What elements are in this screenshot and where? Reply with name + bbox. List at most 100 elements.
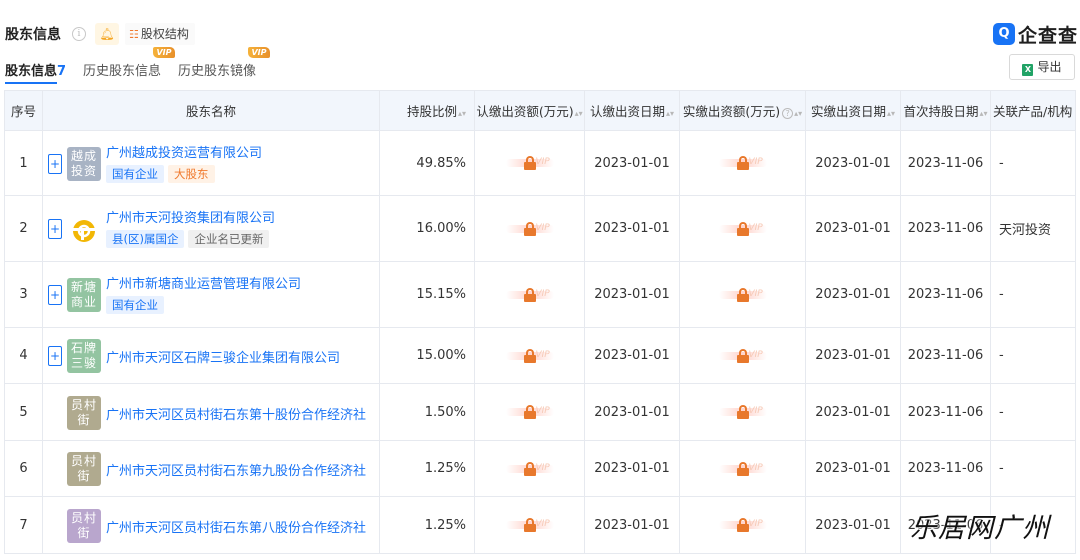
lock-icon[interactable] [523,156,536,170]
company-name-link[interactable]: 广州市天河区石牌三骏企业集团有限公司 [106,347,340,366]
col-subscribed-date[interactable]: 认缴出资日期▴▾ [584,90,680,131]
bell-icon[interactable]: 🔔︎ [95,23,119,45]
paid-amount-locked[interactable]: VIP [679,261,806,328]
paid-date-cell: 2023-01-01 [805,496,901,554]
company-tag: 企业名已更新 [188,230,270,248]
sort-icon[interactable]: ▴▾ [887,109,895,118]
paid-date-cell: 2023-01-01 [805,327,901,384]
table-body: 1 + 越成 投资 广州越成投资运营有限公司 国有企业 大股东 49.85% VIP 2023-0… [4,130,1076,554]
row-index: 2 [4,195,43,262]
tab-shareholders[interactable]: 股东信息7 [5,60,67,84]
company-name-link[interactable]: 广州市新塘商业运营管理有限公司 [106,273,301,292]
ratio-cell: 1.25% [379,496,475,554]
logo-text: 企查查 [1018,24,1079,47]
expand-button[interactable]: + [48,346,62,366]
subscribed-date-cell: 2023-01-01 [584,261,680,328]
vip-label: VIP [535,222,550,233]
col-first-hold-date[interactable]: 首次持股日期▴▾ [900,90,991,131]
table-row: 3 + 新塘 商业 广州市新塘商业运营管理有限公司 国有企业 15.15% VIP 2023-0… [4,261,1076,328]
equity-tree-icon: ☷ [129,28,139,41]
subscribed-amount-locked[interactable]: VIP [474,195,585,262]
company-name-link[interactable]: 广州市天河区员村街石东第八股份合作经济社 [106,517,366,536]
export-label: 导出 [1037,60,1062,74]
sort-icon[interactable]: ▴▾ [666,109,674,118]
col-ratio[interactable]: 持股比例▴▾ [379,90,475,131]
subscribed-amount-locked[interactable]: VIP [474,261,585,328]
sort-icon[interactable]: ▴▾ [458,109,466,118]
company-name-link[interactable]: 广州越成投资运营有限公司 [106,142,262,161]
lock-icon[interactable] [736,221,749,236]
col-related: 关联产品/机构 [990,90,1076,131]
avatar-text: 三骏 [70,356,97,370]
help-icon[interactable]: ? [782,108,794,119]
col-paid-date[interactable]: 实缴出资日期▴▾ [805,90,901,131]
lock-icon[interactable] [736,287,749,302]
company-name-link[interactable]: 广州市天河区员村街石东第九股份合作经济社 [106,460,366,479]
first-hold-date-cell: 2023-11-06 [900,327,991,384]
paid-amount-locked[interactable]: VIP [679,440,806,497]
company-logo [67,212,101,246]
table-row: 5 员村街广州市天河区员村街石东第十股份合作经济社 1.50% VIP 2023-01-… [4,383,1076,441]
equity-structure-label: 股权结构 [140,27,189,41]
tab-count: 7 [57,64,67,79]
ratio-cell: 15.00% [379,327,475,384]
paid-amount-locked[interactable]: VIP [679,383,806,441]
subscribed-amount-locked[interactable]: VIP [474,496,585,554]
sort-icon[interactable]: ▴▾ [794,109,802,118]
table-row: 6 员村街广州市天河区员村街石东第九股份合作经济社 1.25% VIP 2023-01-… [4,440,1076,497]
export-button[interactable]: X 导出 [1009,54,1075,80]
tab-history-mirror[interactable]: 历史股东镜像 VIP [178,47,270,79]
related-cell[interactable]: 天河投资 [990,195,1076,262]
company-avatar: 新塘 商业 [67,278,101,312]
lock-icon[interactable] [736,156,749,170]
lock-icon[interactable] [523,405,536,419]
subscribed-date-cell: 2023-01-01 [584,383,680,441]
subscribed-amount-locked[interactable]: VIP [474,327,585,384]
col-subscribed-amount[interactable]: 认缴出资额(万元)▴▾ [474,90,585,131]
avatar-text: 街 [77,469,91,483]
col-paid-amount[interactable]: 实缴出资额(万元)? ▴▾ [679,90,806,131]
lock-icon[interactable] [736,405,749,419]
info-icon[interactable]: i [72,27,86,41]
company-tags: 国有企业 [106,296,168,314]
vip-label: VIP [535,406,550,416]
sort-icon[interactable]: ▴▾ [979,109,987,118]
ratio-cell: 1.50% [379,383,475,441]
paid-amount-locked[interactable]: VIP [679,496,806,554]
first-hold-date-cell: 2023-11-06 [900,440,991,497]
paid-amount-locked[interactable]: VIP [679,195,806,262]
avatar-text: 石牌 [70,341,97,355]
excel-icon: X [1022,64,1034,76]
watermark-text: 乐居网广州 [910,513,1050,544]
expand-button[interactable]: + [48,285,62,305]
lock-icon[interactable] [736,518,749,532]
lock-icon[interactable] [523,348,536,363]
lock-icon[interactable] [523,461,536,476]
lock-icon[interactable] [736,461,749,476]
company-tag: 国有企业 [106,164,164,183]
paid-amount-locked[interactable]: VIP [679,130,806,196]
avatar-text: 商业 [70,295,97,309]
table-row: 4 + 石牌 三骏 广州市天河区石牌三骏企业集团有限公司 15.00% VIP 2023-01… [4,327,1076,384]
expand-button[interactable]: + [48,219,62,239]
section-header: 股东信息 i 🔔︎ ☷ 股权结构 Q 企查查 股东信息7 历史股东信息 VIP 历… [0,0,1080,90]
lock-icon[interactable] [736,348,749,363]
company-name-link[interactable]: 广州市天河投资集团有限公司 [106,207,275,226]
paid-date-cell: 2023-01-01 [805,195,901,262]
sort-icon[interactable]: ▴▾ [575,109,583,118]
col-shareholder-name: 股东名称 [42,90,380,131]
subscribed-amount-locked[interactable]: VIP [474,130,585,196]
subscribed-amount-locked[interactable]: VIP [474,383,585,441]
expand-button[interactable]: + [48,153,62,174]
company-name-link[interactable]: 广州市天河区员村街石东第十股份合作经济社 [106,404,366,423]
shareholder-cell: + 石牌 三骏 广州市天河区石牌三骏企业集团有限公司 [42,327,380,384]
active-tab-indicator [5,82,57,84]
lock-icon[interactable] [523,287,536,302]
table-row: 2 + 广州市天河投资集团有限公司 县(区)属国企 企业名已更新 16.00% VIP 202… [4,195,1076,262]
lock-icon[interactable] [523,221,536,236]
lock-icon[interactable] [523,518,536,532]
subscribed-amount-locked[interactable]: VIP [474,440,585,497]
equity-structure-button[interactable]: ☷ 股权结构 [125,23,195,45]
tab-history-shareholders[interactable]: 历史股东信息 VIP [83,47,175,79]
paid-amount-locked[interactable]: VIP [679,327,806,384]
